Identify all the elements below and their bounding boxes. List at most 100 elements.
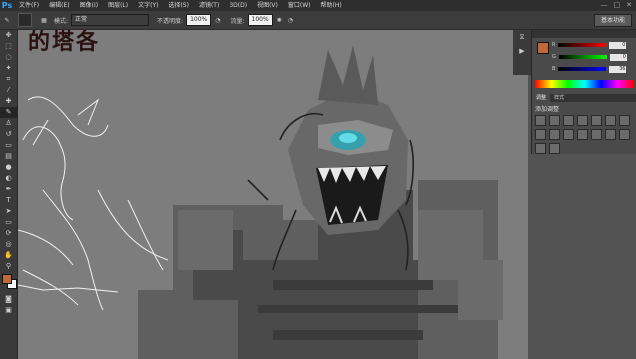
eraser-tool-icon[interactable]: ▭ (0, 140, 17, 151)
brightness-contrast-icon[interactable] (535, 115, 546, 126)
options-bar: ✎ ▦ 模式: 正常 不透明度: 100% ◔ 流量: 100% ✺ ◔ 基本功… (0, 11, 636, 30)
green-label: G (552, 54, 556, 60)
shape-tool-icon[interactable]: ▭ (0, 217, 17, 228)
maximize-button[interactable]: □ (614, 0, 621, 11)
green-value[interactable]: 0 (609, 53, 627, 61)
history-brush-tool-icon[interactable]: ↺ (0, 129, 17, 140)
blue-value[interactable]: 36 (609, 65, 627, 73)
adjust-title: 添加调整 (535, 106, 560, 113)
foreground-color-swatch[interactable] (2, 274, 12, 284)
levels-icon[interactable] (549, 115, 560, 126)
dodge-tool-icon[interactable]: ◐ (0, 173, 17, 184)
menu-window[interactable]: 窗口(W) (283, 0, 316, 11)
adjustment-icons (532, 115, 636, 154)
color-panel-header (532, 30, 636, 38)
brush-tool-icon[interactable]: ✎ (0, 107, 17, 118)
3d-orbit-tool-icon[interactable]: ◎ (0, 239, 17, 250)
photo-filter-icon[interactable] (549, 129, 560, 140)
channel-mixer-icon[interactable] (563, 129, 574, 140)
menu-layer[interactable]: 图层(L) (103, 0, 133, 11)
menu-edit[interactable]: 编辑(E) (44, 0, 74, 11)
blue-slider[interactable] (558, 67, 607, 71)
photoshop-logo: Ps (1, 1, 13, 10)
blue-label: B (552, 66, 556, 72)
brush-preset-picker[interactable] (18, 13, 32, 27)
curves-icon[interactable] (563, 115, 574, 126)
lasso-tool-icon[interactable]: ◌ (0, 52, 17, 63)
green-slider[interactable] (558, 55, 607, 59)
opacity-label: 不透明度: (157, 17, 184, 25)
actions-panel-icon[interactable]: ▶ (513, 44, 531, 58)
brush-tool-icon[interactable]: ✎ (0, 17, 14, 24)
menu-select[interactable]: 选择(S) (163, 0, 194, 11)
blur-tool-icon[interactable]: ● (0, 162, 17, 173)
red-label: R (552, 42, 556, 48)
color-swatches (0, 272, 17, 294)
zoom-tool-icon[interactable]: ⚲ (0, 261, 17, 272)
tab-adjustments[interactable]: 调整 (532, 94, 551, 102)
vibrance-icon[interactable] (591, 115, 602, 126)
menu-3d[interactable]: 3D(D) (224, 0, 252, 11)
hue-saturation-icon[interactable] (605, 115, 616, 126)
menu-bar: Ps 文件(F) 编辑(E) 图像(I) 图层(L) 文字(Y) 选择(S) 滤… (0, 0, 636, 11)
opacity-field[interactable]: 100% (186, 14, 212, 26)
workspace-switcher[interactable]: 基本功能 (593, 14, 632, 27)
flow-field[interactable]: 100% (247, 14, 273, 26)
size-pressure-icon[interactable]: ◔ (288, 17, 293, 24)
tools-panel: ✥ ⬚ ◌ ✦ ⌗ ⁄ ✚ ✎ ♙ ↺ ▭ ▤ ● ◐ ✒ T ➤ ▭ ⟳ ◎ … (0, 30, 18, 359)
color-balance-icon[interactable] (619, 115, 630, 126)
canvas-title-text: 的塔各 (28, 30, 101, 55)
menu-file[interactable]: 文件(F) (14, 0, 44, 11)
panel-dock: ⧖ ▶ (513, 30, 531, 75)
selective-color-icon[interactable] (549, 143, 560, 154)
artwork (18, 30, 528, 359)
red-value[interactable]: 0 (609, 41, 627, 49)
red-slider-row: R 0 (532, 40, 627, 50)
eyedropper-tool-icon[interactable]: ⁄ (0, 85, 17, 96)
posterize-icon[interactable] (605, 129, 616, 140)
type-tool-icon[interactable]: T (0, 195, 17, 206)
tab-styles[interactable]: 样式 (550, 94, 568, 102)
menu-help[interactable]: 帮助(H) (316, 0, 347, 11)
flow-label: 流量: (230, 17, 245, 25)
close-button[interactable]: ✕ (626, 0, 632, 11)
mode-select[interactable]: 正常 (71, 14, 150, 26)
screen-mode-icon[interactable]: ▣ (0, 305, 17, 316)
marquee-tool-icon[interactable]: ⬚ (0, 41, 17, 52)
opacity-pressure-icon[interactable]: ◔ (215, 17, 220, 24)
window-controls: — □ ✕ (601, 0, 633, 11)
black-white-icon[interactable] (535, 129, 546, 140)
quick-select-tool-icon[interactable]: ✦ (0, 63, 17, 74)
document-canvas[interactable]: 的塔各 Z (18, 30, 528, 359)
brush-panel-icon[interactable]: ▦ (38, 17, 50, 24)
clone-stamp-tool-icon[interactable]: ♙ (0, 118, 17, 129)
gradient-map-icon[interactable] (535, 143, 546, 154)
history-panel-icon[interactable]: ⧖ (513, 30, 531, 44)
red-slider[interactable] (558, 43, 607, 47)
menu-type[interactable]: 文字(Y) (133, 0, 163, 11)
green-slider-row: G 0 (532, 52, 627, 62)
color-spectrum-ramp[interactable] (535, 80, 634, 88)
color-adjust-panel: R 0 G 0 B 36 调整 样式 添加调整 (531, 30, 636, 154)
menu-view[interactable]: 视图(V) (252, 0, 283, 11)
minimize-button[interactable]: — (601, 0, 608, 11)
color-lookup-icon[interactable] (577, 129, 588, 140)
invert-icon[interactable] (591, 129, 602, 140)
crop-tool-icon[interactable]: ⌗ (0, 74, 17, 85)
3d-rotate-tool-icon[interactable]: ⟳ (0, 228, 17, 239)
healing-brush-tool-icon[interactable]: ✚ (0, 96, 17, 107)
adjust-tabs: 调整 样式 (532, 94, 636, 102)
quick-mask-icon[interactable]: ◙ (0, 294, 17, 305)
move-tool-icon[interactable]: ✥ (0, 30, 17, 41)
hand-tool-icon[interactable]: ✋ (0, 250, 17, 261)
airbrush-icon[interactable]: ✺ (277, 17, 282, 24)
exposure-icon[interactable] (577, 115, 588, 126)
threshold-icon[interactable] (619, 129, 630, 140)
path-select-tool-icon[interactable]: ➤ (0, 206, 17, 217)
menu-filter[interactable]: 滤镜(T) (194, 0, 224, 11)
menu-image[interactable]: 图像(I) (75, 0, 103, 11)
pen-tool-icon[interactable]: ✒ (0, 184, 17, 195)
mode-label: 模式: (54, 17, 69, 25)
blue-slider-row: B 36 (532, 64, 627, 74)
gradient-tool-icon[interactable]: ▤ (0, 151, 17, 162)
